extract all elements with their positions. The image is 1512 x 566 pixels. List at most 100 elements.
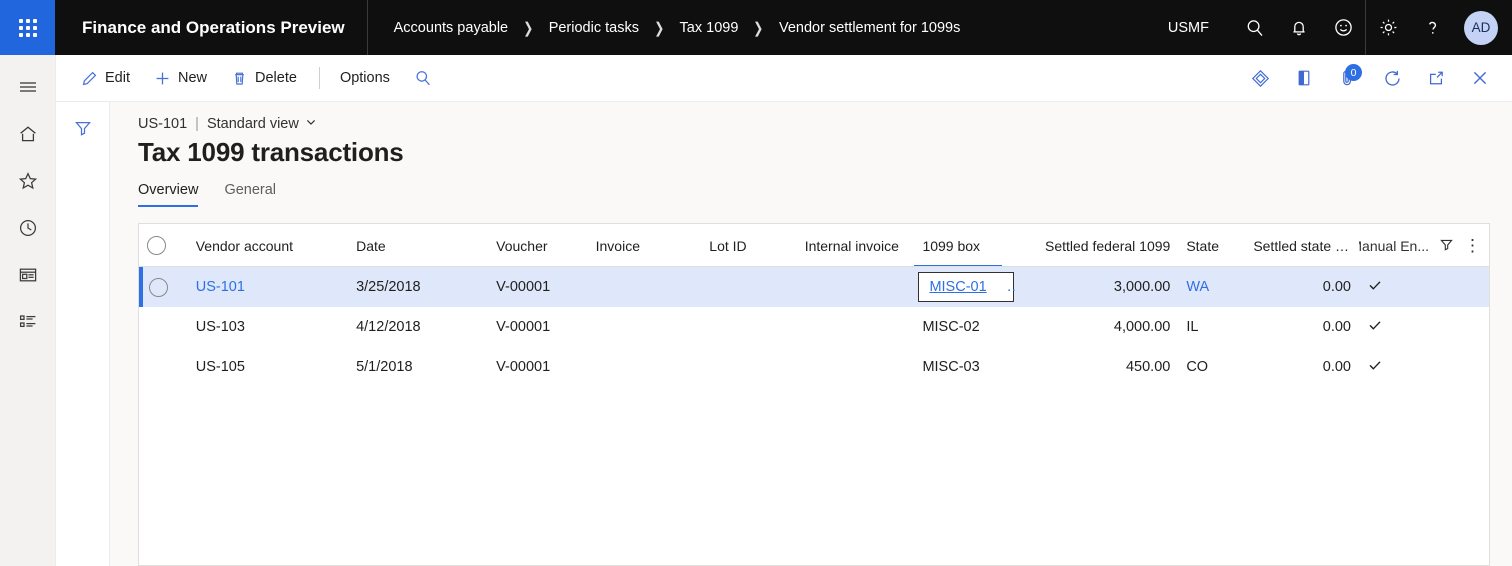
select-all-column[interactable] bbox=[139, 224, 188, 267]
delete-button[interactable]: Delete bbox=[220, 62, 308, 94]
cell-invoice[interactable] bbox=[588, 347, 702, 387]
office-app-icon[interactable] bbox=[1282, 58, 1326, 98]
cell-lot-id[interactable] bbox=[701, 347, 796, 387]
recent-clock-icon[interactable] bbox=[8, 204, 48, 251]
cell-date[interactable]: 4/12/2018 bbox=[348, 307, 488, 347]
close-icon[interactable] bbox=[1458, 58, 1502, 98]
vendor-account-link[interactable]: US-101 bbox=[196, 279, 245, 295]
workspaces-icon[interactable] bbox=[8, 251, 48, 298]
cell-settled-state[interactable]: 0.00 bbox=[1245, 267, 1359, 308]
tab-list: Overview General bbox=[138, 182, 1490, 207]
trash-icon bbox=[231, 70, 248, 87]
column-invoice[interactable]: Invoice bbox=[587, 224, 702, 267]
column-internal-invoice[interactable]: Internal invoice bbox=[796, 224, 915, 267]
1099-box-editor[interactable]: MISC-01 bbox=[918, 272, 1015, 302]
filter-funnel-icon[interactable] bbox=[66, 112, 100, 144]
row-select-cell[interactable] bbox=[139, 266, 188, 308]
cell-settled-state[interactable]: 0.00 bbox=[1245, 347, 1359, 387]
column-settled-state[interactable]: Settled state 1... bbox=[1245, 224, 1359, 267]
cell-voucher[interactable]: V-00001 bbox=[488, 347, 587, 387]
cell-1099-box[interactable]: MISC-01 bbox=[914, 267, 1016, 308]
table-row[interactable]: US-105 5/1/2018 V-00001 MISC-03 450.00 C… bbox=[139, 347, 1489, 387]
breadcrumb-item-periodic-tasks[interactable]: Periodic tasks bbox=[549, 20, 639, 36]
cell-manual-entry[interactable] bbox=[1359, 307, 1489, 347]
state-link[interactable]: WA bbox=[1186, 279, 1209, 295]
column-options-icon[interactable]: ⋮ bbox=[1464, 237, 1481, 254]
personalize-diamond-icon[interactable] bbox=[1238, 58, 1282, 98]
cell-manual-entry[interactable] bbox=[1359, 347, 1489, 387]
column-manual-entry[interactable]: Manual En... ⋮ bbox=[1358, 224, 1489, 267]
breadcrumb-item-accounts-payable[interactable]: Accounts payable bbox=[394, 20, 508, 36]
chevron-right-icon: ❯ bbox=[523, 19, 534, 37]
filter-funnel-icon[interactable] bbox=[1439, 237, 1454, 255]
cell-settled-federal[interactable]: 450.00 bbox=[1016, 347, 1178, 387]
column-1099-box[interactable]: 1099 box bbox=[914, 224, 1016, 267]
row-select-circle[interactable] bbox=[149, 277, 168, 297]
column-voucher[interactable]: Voucher bbox=[488, 224, 588, 267]
cell-vendor-account[interactable]: US-103 bbox=[188, 307, 348, 347]
left-navigation-rail bbox=[0, 55, 56, 566]
tab-general[interactable]: General bbox=[224, 182, 276, 207]
table-row[interactable]: US-101 3/25/2018 V-00001 MISC-01 3,000.0… bbox=[139, 266, 1489, 308]
options-button[interactable]: Options bbox=[329, 62, 401, 94]
modules-list-icon[interactable] bbox=[8, 298, 48, 345]
cell-date[interactable]: 5/1/2018 bbox=[348, 347, 488, 387]
breadcrumb: Accounts payable ❯ Periodic tasks ❯ Tax … bbox=[368, 19, 961, 37]
data-grid: Vendor account Date Voucher Invoice Lot … bbox=[138, 223, 1490, 566]
cell-1099-box[interactable]: MISC-02 bbox=[914, 307, 1016, 347]
column-vendor-account[interactable]: Vendor account bbox=[187, 224, 349, 267]
column-lot-id[interactable]: Lot ID bbox=[701, 224, 797, 267]
command-separator bbox=[318, 67, 320, 89]
cell-state[interactable]: WA bbox=[1178, 267, 1245, 308]
cell-1099-box[interactable]: MISC-03 bbox=[914, 347, 1016, 387]
cell-internal-invoice[interactable] bbox=[797, 347, 915, 387]
tab-overview[interactable]: Overview bbox=[138, 182, 199, 207]
hamburger-menu-icon[interactable] bbox=[8, 63, 48, 110]
breadcrumb-item-tax-1099[interactable]: Tax 1099 bbox=[680, 20, 739, 36]
feedback-smiley-icon[interactable] bbox=[1321, 0, 1365, 55]
cell-settled-state[interactable]: 0.00 bbox=[1245, 307, 1359, 347]
attachments-icon[interactable]: 0 bbox=[1326, 58, 1370, 98]
cell-state[interactable]: CO bbox=[1178, 347, 1245, 387]
command-search-icon[interactable] bbox=[403, 62, 443, 94]
help-question-icon[interactable] bbox=[1410, 0, 1454, 55]
cell-internal-invoice[interactable] bbox=[797, 307, 915, 347]
cell-state[interactable]: IL bbox=[1178, 307, 1245, 347]
table-row[interactable]: US-103 4/12/2018 V-00001 MISC-02 4,000.0… bbox=[139, 307, 1489, 347]
refresh-icon[interactable] bbox=[1370, 58, 1414, 98]
cell-date[interactable]: 3/25/2018 bbox=[348, 267, 488, 308]
new-button[interactable]: New bbox=[143, 62, 218, 94]
cell-lot-id[interactable] bbox=[701, 307, 796, 347]
filter-pane bbox=[56, 102, 110, 566]
avatar[interactable]: AD bbox=[1464, 10, 1498, 45]
cell-lot-id[interactable] bbox=[701, 267, 796, 308]
settings-gear-icon[interactable] bbox=[1366, 0, 1410, 55]
column-state[interactable]: State bbox=[1178, 224, 1246, 267]
favorites-star-icon[interactable] bbox=[8, 157, 48, 204]
row-select-cell[interactable] bbox=[139, 347, 188, 387]
notifications-bell-icon[interactable] bbox=[1277, 0, 1321, 55]
breadcrumb-item-vendor-settlement[interactable]: Vendor settlement for 1099s bbox=[779, 20, 960, 36]
home-icon[interactable] bbox=[8, 110, 48, 157]
cell-settled-federal[interactable]: 3,000.00 bbox=[1016, 267, 1178, 308]
row-select-cell[interactable] bbox=[139, 307, 188, 347]
cell-invoice[interactable] bbox=[588, 307, 702, 347]
cell-vendor-account[interactable]: US-105 bbox=[188, 347, 348, 387]
cell-invoice[interactable] bbox=[588, 267, 702, 308]
cell-internal-invoice[interactable] bbox=[797, 267, 915, 308]
column-settled-federal-1099[interactable]: Settled federal 1099 bbox=[1015, 224, 1179, 267]
cell-voucher[interactable]: V-00001 bbox=[488, 267, 587, 308]
cell-manual-entry[interactable] bbox=[1359, 267, 1489, 308]
cell-vendor-account[interactable]: US-101 bbox=[188, 267, 348, 308]
cell-voucher[interactable]: V-00001 bbox=[488, 307, 587, 347]
select-all-circle[interactable] bbox=[147, 236, 166, 255]
lower-region: US-101 | Standard view Tax 1099 transact… bbox=[56, 102, 1512, 566]
open-in-new-icon[interactable] bbox=[1414, 58, 1458, 98]
column-date[interactable]: Date bbox=[348, 224, 489, 267]
company-selector[interactable]: USMF bbox=[1158, 20, 1219, 36]
cell-settled-federal[interactable]: 4,000.00 bbox=[1016, 307, 1178, 347]
app-launcher-icon[interactable] bbox=[0, 0, 55, 55]
edit-button[interactable]: Edit bbox=[70, 62, 141, 94]
view-selector[interactable]: Standard view bbox=[207, 116, 317, 132]
search-icon[interactable] bbox=[1233, 0, 1277, 55]
